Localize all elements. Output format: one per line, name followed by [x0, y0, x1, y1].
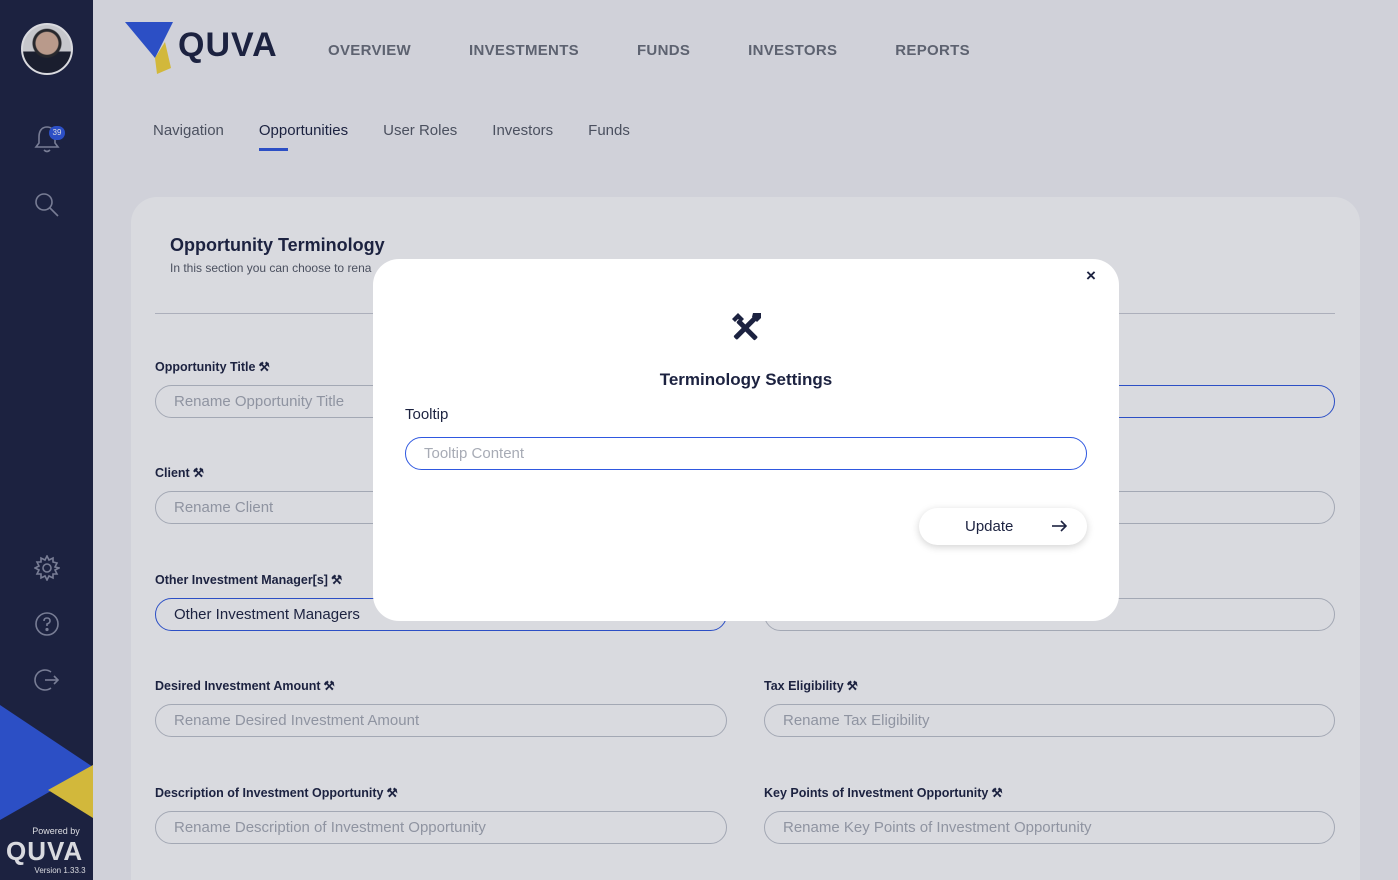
- update-button-label: Update: [965, 518, 1014, 535]
- close-icon[interactable]: ×: [1084, 267, 1098, 284]
- tooltip-input[interactable]: Tooltip Content: [405, 437, 1087, 470]
- modal-title: Terminology Settings: [659, 370, 833, 389]
- terminology-settings-modal: × Terminology Settings Tooltip Tooltip C…: [373, 259, 1119, 621]
- tools-icon: [732, 313, 761, 341]
- tooltip-label: Tooltip: [405, 406, 449, 423]
- update-button[interactable]: Update: [919, 508, 1087, 545]
- arrow-right-icon: [1052, 520, 1067, 532]
